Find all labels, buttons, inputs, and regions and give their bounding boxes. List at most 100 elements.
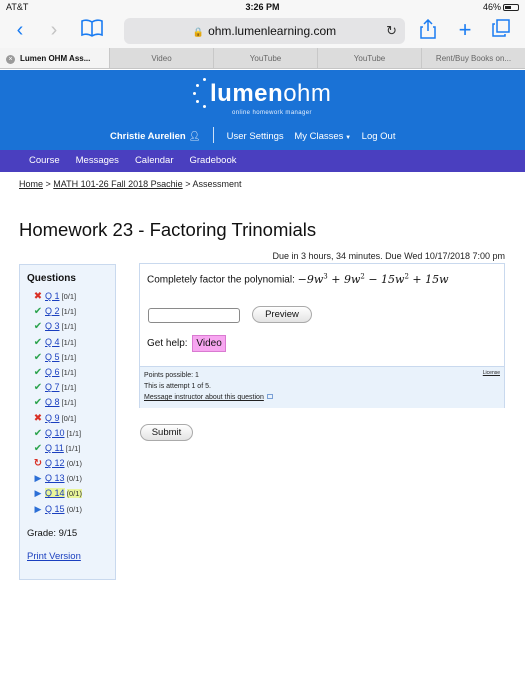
license-link[interactable]: License [483,370,500,376]
log-out-link[interactable]: Log Out [362,131,396,142]
tabs-overview-icon[interactable] [490,19,512,41]
back-icon[interactable]: ‹ [10,19,30,41]
question-score: [1/1] [61,398,77,408]
share-icon[interactable] [418,18,438,41]
get-help-label: Get help: [147,338,188,349]
x-icon: ✖ [33,412,43,424]
question-link[interactable]: Q 2 [45,306,60,316]
check-icon: ✔ [33,336,43,348]
question-score: [1/1] [61,307,77,317]
submit-button[interactable]: Submit [140,424,193,441]
question-link[interactable]: Q 7 [45,382,60,392]
question-score: [1/1] [61,322,77,332]
nav-calendar[interactable]: Calendar [135,150,174,172]
check-icon: ✔ [33,366,43,378]
battery-indicator: 46% [483,2,519,12]
question-link[interactable]: Q 3 [45,321,60,331]
message-instructor-link[interactable]: Message instructor about this question [144,394,273,401]
questions-sidebar: Questions ✖ Q 1 [0/1] ✔ Q 2 [1/1] ✔ Q 3 [1/1] ✔ Q … [19,264,116,580]
breadcrumb-course[interactable]: MATH 101-26 Fall 2018 Psachie [53,179,182,189]
question-prompt: Completely factor the polynomial: −9w3 +… [147,272,449,286]
question-link[interactable]: Q 15 [45,504,65,514]
bookmarks-icon[interactable] [80,19,104,41]
question-list: ✖ Q 1 [0/1] ✔ Q 2 [1/1] ✔ Q 3 [1/1] ✔ Q 4 [1/1] ✔ Q 5… [32,291,82,519]
check-icon: ✔ [33,321,43,333]
question-score: [1/1] [66,428,82,438]
my-classes-link[interactable]: My Classes ▼ [294,131,351,142]
new-tab-icon[interactable]: + [455,19,475,41]
course-nav: Course Messages Calendar Gradebook [0,150,525,172]
preview-button[interactable]: Preview [252,306,312,323]
print-version-link[interactable]: Print Version [27,551,81,562]
status-bar: AT&T 3:26 PM 46% [0,0,525,14]
question-link[interactable]: Q 6 [45,367,60,377]
question-link[interactable]: Q 5 [45,352,60,362]
question-score: [1/1] [61,337,77,347]
prompt-text: Completely factor the polynomial: [147,274,295,286]
battery-icon [503,4,519,11]
question-item[interactable]: ✖ Q 1 [0/1] [32,291,82,306]
question-info: Points possible: 1 This is attempt 1 of … [140,366,504,408]
play-icon: ▶ [34,488,42,499]
question-item[interactable]: ▶ Q 14 (0/1) [32,488,82,503]
question-item[interactable]: ✔ Q 2 [1/1] [32,306,82,321]
tab-label: Lumen OHM Ass... [20,54,91,63]
question-link[interactable]: Q 1 [45,291,60,301]
question-item[interactable]: ✔ Q 3 [1/1] [32,321,82,336]
grade-text: Grade: 9/15 [27,528,78,539]
breadcrumb-home[interactable]: Home [19,179,43,189]
question-item[interactable]: ▶ Q 15 (0/1) [32,504,82,519]
question-link[interactable]: Q 14 [45,488,65,499]
question-item[interactable]: ↻ Q 12 (0/1) [32,458,82,473]
question-item[interactable]: ✔ Q 7 [1/1] [32,382,82,397]
check-icon: ✔ [33,442,43,454]
question-link[interactable]: Q 12 [45,458,65,468]
play-icon: ▶ [34,503,42,514]
check-icon: ✔ [33,306,43,318]
question-score: (0/1) [66,489,82,499]
lumenohm-logo[interactable]: lumenohm online homework manager [192,78,342,118]
nav-messages[interactable]: Messages [76,150,119,172]
nav-course[interactable]: Course [29,150,60,172]
question-link[interactable]: Q 8 [45,397,60,407]
user-settings-link[interactable]: User Settings [227,131,284,142]
forward-icon[interactable]: › [44,19,64,41]
url-text: ohm.lumenlearning.com [208,24,337,38]
video-help-button[interactable]: Video [192,335,226,352]
question-link[interactable]: Q 11 [45,443,64,453]
nav-gradebook[interactable]: Gradebook [190,150,237,172]
question-item[interactable]: ✔ Q 5 [1/1] [32,352,82,367]
question-item[interactable]: ✖ Q 9 [0/1] [32,413,82,428]
question-item[interactable]: ▶ Q 13 (0/1) [32,473,82,488]
tab-video[interactable]: Video [109,48,213,68]
question-item[interactable]: ✔ Q 11 [1/1] [32,443,82,458]
reload-icon[interactable]: ↻ [386,18,397,44]
question-score: [1/1] [61,383,77,393]
question-score: [0/1] [61,292,77,301]
check-icon: ✔ [33,351,43,363]
question-item[interactable]: ✔ Q 10 [1/1] [32,428,82,443]
question-link[interactable]: Q 10 [45,428,65,438]
tab-youtube-2[interactable]: YouTube [317,48,421,68]
browser-tabs: × Lumen OHM Ass... Video YouTube YouTube … [0,48,525,69]
close-tab-icon[interactable]: × [6,55,15,64]
answer-input[interactable] [148,308,240,323]
address-bar[interactable]: 🔒 ohm.lumenlearning.com ↻ [124,18,405,44]
check-icon: ✔ [33,427,43,439]
question-link[interactable]: Q 9 [45,413,60,423]
question-item[interactable]: ✔ Q 4 [1/1] [32,337,82,352]
question-item[interactable]: ✔ Q 8 [1/1] [32,397,82,412]
tab-rent-buy-books[interactable]: Rent/Buy Books on... [421,48,525,68]
question-link[interactable]: Q 4 [45,337,60,347]
question-panel: Completely factor the polynomial: −9w3 +… [139,263,505,408]
tab-youtube-1[interactable]: YouTube [213,48,317,68]
question-item[interactable]: ✔ Q 6 [1/1] [32,367,82,382]
clock: 3:26 PM [245,2,280,12]
question-link[interactable]: Q 13 [45,473,65,483]
question-score: [1/1] [61,352,77,362]
points-possible: Points possible: 1 [144,372,199,379]
user-name: Christie Aurelien [110,131,186,142]
question-score: (0/1) [66,459,82,469]
user-bar: Christie Aurelien 👤︎ User Settings My Cl… [110,127,403,143]
tab-lumen-ohm[interactable]: × Lumen OHM Ass... [0,48,109,68]
